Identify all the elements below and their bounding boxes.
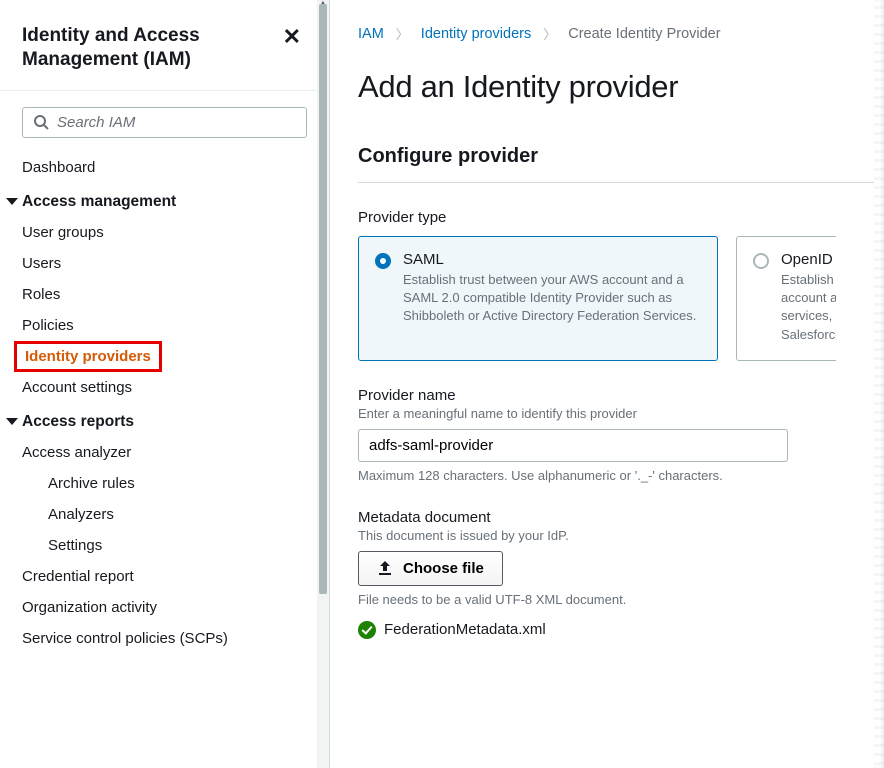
provider-type-field: Provider type SAML Establish trust betwe… [358, 209, 884, 361]
radio-icon [375, 253, 391, 269]
radio-openid-desc: Establish trust between your AWS account… [781, 271, 836, 344]
sidebar-item-account-settings[interactable]: Account settings [0, 372, 329, 403]
main-content: IAM 〉 Identity providers 〉 Create Identi… [330, 0, 884, 768]
sidebar-item-scps[interactable]: Service control policies (SCPs) [0, 623, 329, 654]
radio-saml-desc: Establish trust between your AWS account… [403, 271, 701, 326]
highlight-annotation: Identity providers [14, 341, 162, 372]
sidebar-item-archive-rules[interactable]: Archive rules [0, 468, 329, 499]
sidebar-section-label: Access reports [22, 413, 134, 431]
provider-name-field: Provider name Enter a meaningful name to… [358, 387, 884, 483]
sidebar-item-analyzers[interactable]: Analyzers [0, 499, 329, 530]
provider-type-label: Provider type [358, 209, 884, 226]
sidebar-item-identity-providers[interactable]: Identity providers [25, 348, 151, 365]
sidebar-item-users[interactable]: Users [0, 248, 329, 279]
sidebar-item-roles[interactable]: Roles [0, 279, 329, 310]
sidebar: Identity and Access Management (IAM) ✕ D… [0, 0, 330, 768]
sidebar-item-credential-report[interactable]: Credential report [0, 561, 329, 592]
breadcrumb-current: Create Identity Provider [568, 26, 720, 42]
upload-icon [377, 561, 393, 575]
breadcrumb-identity-providers[interactable]: Identity providers [421, 26, 531, 42]
provider-name-footnote: Maximum 128 characters. Use alphanumeric… [358, 468, 884, 483]
provider-name-hint: Enter a meaningful name to identify this… [358, 406, 884, 421]
sidebar-section-label: Access management [22, 193, 176, 211]
sidebar-item-dashboard[interactable]: Dashboard [0, 152, 329, 183]
sidebar-scrollbar[interactable]: ▲ [317, 0, 329, 768]
choose-file-button[interactable]: Choose file [358, 551, 503, 586]
choose-file-label: Choose file [403, 560, 484, 577]
chevron-right-icon: 〉 [396, 24, 409, 43]
close-icon[interactable]: ✕ [283, 24, 301, 48]
search-input-wrap[interactable] [22, 107, 307, 138]
page-title: Add an Identity provider [358, 69, 884, 105]
sidebar-item-organization-activity[interactable]: Organization activity [0, 592, 329, 623]
search-icon [33, 114, 49, 130]
sidebar-section-access-reports[interactable]: Access reports [0, 403, 329, 437]
radio-icon [753, 253, 769, 269]
uploaded-file-row: FederationMetadata.xml [358, 621, 884, 639]
radio-openid-title: OpenID [781, 251, 836, 268]
check-icon [358, 621, 376, 639]
sidebar-item-access-analyzer[interactable]: Access analyzer [0, 437, 329, 468]
chevron-down-icon [6, 198, 18, 205]
chevron-down-icon [6, 418, 18, 425]
sidebar-item-settings[interactable]: Settings [0, 530, 329, 561]
sidebar-section-access-management[interactable]: Access management [0, 183, 329, 217]
radio-saml-title: SAML [403, 251, 701, 268]
breadcrumb-root[interactable]: IAM [358, 26, 384, 42]
sidebar-item-policies[interactable]: Policies [0, 310, 329, 341]
metadata-label: Metadata document [358, 509, 884, 526]
search-input[interactable] [57, 114, 296, 131]
sidebar-item-user-groups[interactable]: User groups [0, 217, 329, 248]
metadata-hint: This document is issued by your IdP. [358, 528, 884, 543]
section-title: Configure provider [358, 145, 884, 183]
radio-saml[interactable]: SAML Establish trust between your AWS ac… [358, 236, 718, 361]
uploaded-file-name: FederationMetadata.xml [384, 621, 546, 638]
sidebar-title: Identity and Access Management (IAM) [22, 24, 252, 72]
torn-edge-decoration [874, 0, 884, 768]
chevron-right-icon: 〉 [543, 24, 556, 43]
metadata-field: Metadata document This document is issue… [358, 509, 884, 639]
metadata-footnote: File needs to be a valid UTF-8 XML docum… [358, 592, 884, 607]
provider-name-input[interactable] [358, 429, 788, 462]
radio-openid[interactable]: OpenID Establish trust between your AWS … [736, 236, 836, 361]
scrollbar-thumb[interactable] [319, 4, 327, 594]
breadcrumb: IAM 〉 Identity providers 〉 Create Identi… [358, 24, 884, 43]
provider-name-label: Provider name [358, 387, 884, 404]
